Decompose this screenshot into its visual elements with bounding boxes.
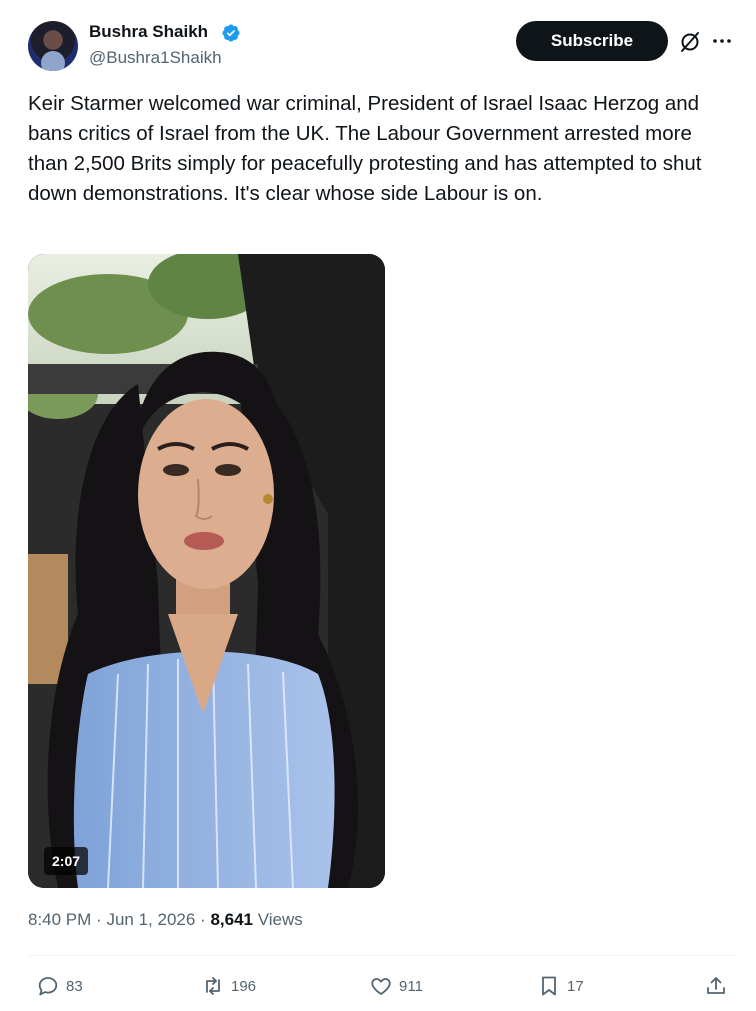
tweet-time[interactable]: 8:40 PM (28, 910, 91, 929)
video-player[interactable] (28, 254, 385, 888)
reply-icon (38, 977, 58, 996)
handle[interactable]: @Bushra1Shaikh (89, 48, 222, 68)
reply-button[interactable]: 83 (36, 968, 83, 1004)
display-name[interactable]: Bushra Shaikh (89, 22, 208, 42)
share-button[interactable] (704, 968, 734, 1004)
heart-icon (371, 978, 391, 995)
action-bar: 83 196 911 17 (0, 968, 756, 1004)
repost-button[interactable]: 196 (201, 968, 256, 1004)
meta-separator: · (200, 910, 206, 929)
tweet-header: Bushra Shaikh @Bushra1Shaikh Subscribe (0, 0, 756, 90)
repost-icon (206, 977, 220, 995)
subscribe-button[interactable]: Subscribe (516, 21, 668, 61)
tweet-date[interactable]: Jun 1, 2026 (106, 910, 195, 929)
meta-separator: · (96, 910, 102, 929)
grok-icon[interactable] (678, 30, 702, 54)
bookmark-icon (542, 976, 556, 996)
video-thumbnail (28, 254, 385, 888)
bookmark-button[interactable]: 17 (537, 968, 584, 1004)
tweet-meta: 8:40 PM · Jun 1, 2026 · 8,641 Views (28, 910, 303, 930)
video-duration-badge: 2:07 (44, 847, 89, 875)
share-icon (707, 977, 725, 994)
tweet-text: Keir Starmer welcomed war criminal, Pres… (28, 92, 702, 205)
bookmark-count: 17 (567, 977, 584, 995)
reply-count: 83 (66, 977, 83, 995)
views-label: Views (257, 910, 303, 929)
more-icon[interactable] (710, 29, 734, 53)
verified-badge-icon (222, 24, 240, 42)
like-count: 911 (399, 977, 423, 995)
views-count: 8,641 (210, 910, 253, 929)
repost-count: 196 (231, 977, 257, 995)
avatar[interactable] (28, 21, 78, 71)
like-button[interactable]: 911 (369, 968, 423, 1004)
divider (28, 955, 734, 956)
